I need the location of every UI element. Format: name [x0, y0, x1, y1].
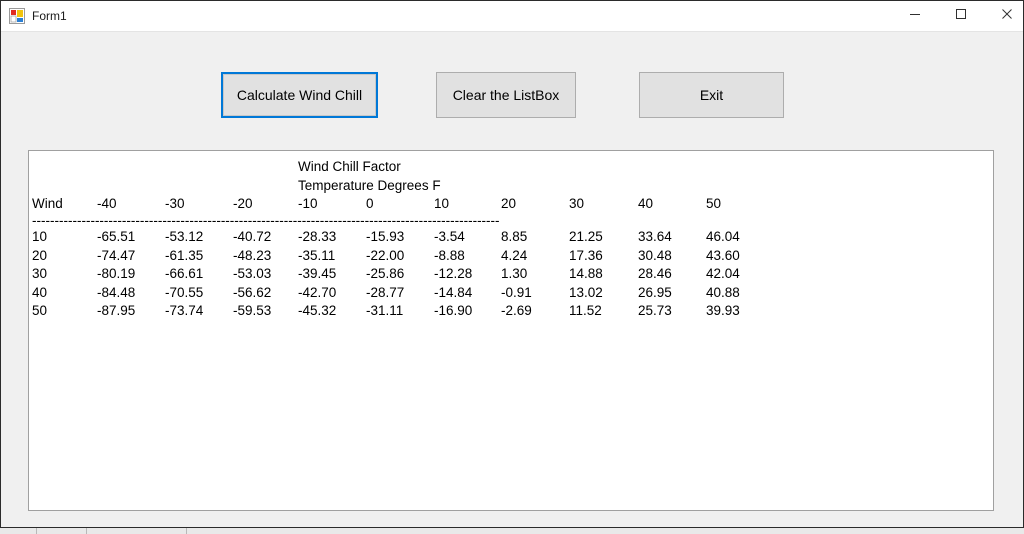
wind-chill-cell: 39.93	[706, 303, 740, 318]
exit-button[interactable]: Exit	[639, 72, 784, 118]
close-icon	[1001, 7, 1013, 25]
wind-chill-cell: -28.33	[298, 229, 337, 244]
close-button[interactable]	[984, 1, 1023, 31]
minimize-icon	[909, 7, 921, 25]
column-header: -20	[233, 196, 253, 211]
wind-chill-cell: -61.35	[165, 247, 204, 263]
clear-listbox-button[interactable]: Clear the ListBox	[436, 72, 576, 118]
wind-chill-cell: -70.55	[165, 284, 204, 300]
wind-chill-cell: -22.00	[366, 247, 405, 263]
wind-chill-cell: 17.36	[569, 247, 603, 263]
wind-chill-cell: -80.19	[97, 266, 136, 281]
wind-chill-cell: 25.73	[638, 303, 672, 318]
wind-chill-cell: -16.90	[434, 303, 473, 318]
wind-chill-cell: 11.52	[569, 303, 602, 318]
wind-chill-cell: 43.60	[706, 247, 740, 263]
wind-chill-cell: 21.25	[569, 229, 603, 244]
wind-speed-cell: 50	[32, 303, 48, 318]
wind-chill-cell: -35.11	[298, 247, 336, 263]
maximize-button[interactable]	[938, 1, 984, 31]
wind-chill-cell: -53.03	[233, 266, 272, 281]
listbox-separator: ----------------------------------------…	[32, 214, 500, 228]
wind-speed-cell: 30	[32, 266, 48, 281]
wind-chill-cell: 42.04	[706, 266, 740, 281]
wind-chill-cell: 13.02	[569, 284, 603, 300]
wind-chill-cell: -25.86	[366, 266, 405, 281]
calculate-wind-chill-label: Calculate Wind Chill	[236, 87, 363, 103]
listbox-title-line: Temperature Degrees F	[298, 177, 441, 193]
wind-chill-cell: -74.47	[97, 247, 136, 263]
column-header: 40	[638, 196, 654, 211]
wind-speed-cell: 20	[32, 247, 48, 263]
column-header: -30	[165, 196, 185, 211]
wind-chill-cell: -45.32	[298, 303, 337, 318]
exit-label: Exit	[699, 87, 724, 103]
wind-chill-cell: -65.51	[97, 229, 136, 244]
column-header: -10	[298, 196, 318, 211]
column-header: 30	[569, 196, 585, 211]
wind-chill-cell: 40.88	[706, 284, 740, 300]
wind-chill-cell: -39.45	[298, 266, 337, 281]
wind-chill-cell: 28.46	[638, 266, 672, 281]
column-header: Wind	[32, 196, 63, 211]
wind-chill-cell: -42.70	[298, 284, 337, 300]
window-title: Form1	[32, 9, 67, 23]
listbox-content: Wind Chill Factor Temperature Degrees F Wi…	[29, 151, 993, 510]
maximize-icon	[955, 7, 967, 25]
listbox-title-line: Wind Chill Factor	[298, 159, 401, 174]
wind-chill-cell: 1.30	[501, 266, 528, 281]
wind-chill-cell: -3.54	[434, 229, 465, 244]
wind-chill-cell: 4.24	[501, 247, 528, 263]
wind-chill-cell: -73.74	[165, 303, 204, 318]
wind-chill-cell: -31.11	[366, 303, 404, 318]
wind-chill-cell: -15.93	[366, 229, 405, 244]
wind-chill-cell: -56.62	[233, 284, 272, 300]
wind-chill-cell: 30.48	[638, 247, 672, 263]
minimize-button[interactable]	[892, 1, 938, 31]
wind-chill-cell: 46.04	[706, 229, 740, 244]
wind-chill-cell: -0.91	[501, 284, 532, 300]
column-header: 0	[366, 196, 374, 211]
wind-chill-cell: -87.95	[97, 303, 136, 318]
wind-chill-cell: 33.64	[638, 229, 672, 244]
winforms-icon	[9, 8, 25, 24]
wind-chill-cell: 8.85	[501, 229, 528, 244]
wind-chill-cell: -12.28	[434, 266, 473, 281]
wind-chill-cell: -84.48	[97, 284, 136, 300]
wind-speed-cell: 10	[32, 229, 48, 244]
wind-chill-cell: -48.23	[233, 247, 272, 263]
column-header: 20	[501, 196, 517, 211]
column-header: 50	[706, 196, 722, 211]
wind-chill-cell: -59.53	[233, 303, 272, 318]
wind-chill-cell: -66.61	[165, 266, 204, 281]
wind-chill-cell: -8.88	[434, 247, 465, 263]
column-header: -40	[97, 196, 117, 211]
results-listbox[interactable]: Wind Chill Factor Temperature Degrees F Wi…	[28, 150, 994, 511]
wind-speed-cell: 40	[32, 284, 48, 300]
application-window: Form1 Calculate Wind Chill Clear the Lis…	[0, 0, 1024, 533]
wind-chill-cell: -53.12	[165, 229, 204, 244]
form-surface: Calculate Wind Chill Clear the ListBox E…	[1, 32, 1023, 528]
calculate-wind-chill-button[interactable]: Calculate Wind Chill	[221, 72, 378, 118]
wind-chill-cell: -2.69	[501, 303, 532, 318]
title-bar: Form1	[1, 1, 1023, 32]
wind-chill-cell: -40.72	[233, 229, 272, 244]
clear-listbox-label: Clear the ListBox	[452, 87, 560, 103]
wind-chill-cell: 14.88	[569, 266, 603, 281]
wind-chill-cell: 26.95	[638, 284, 672, 300]
column-header: 10	[434, 196, 450, 211]
wind-chill-cell: -14.84	[434, 284, 473, 300]
wind-chill-cell: -28.77	[366, 284, 405, 300]
